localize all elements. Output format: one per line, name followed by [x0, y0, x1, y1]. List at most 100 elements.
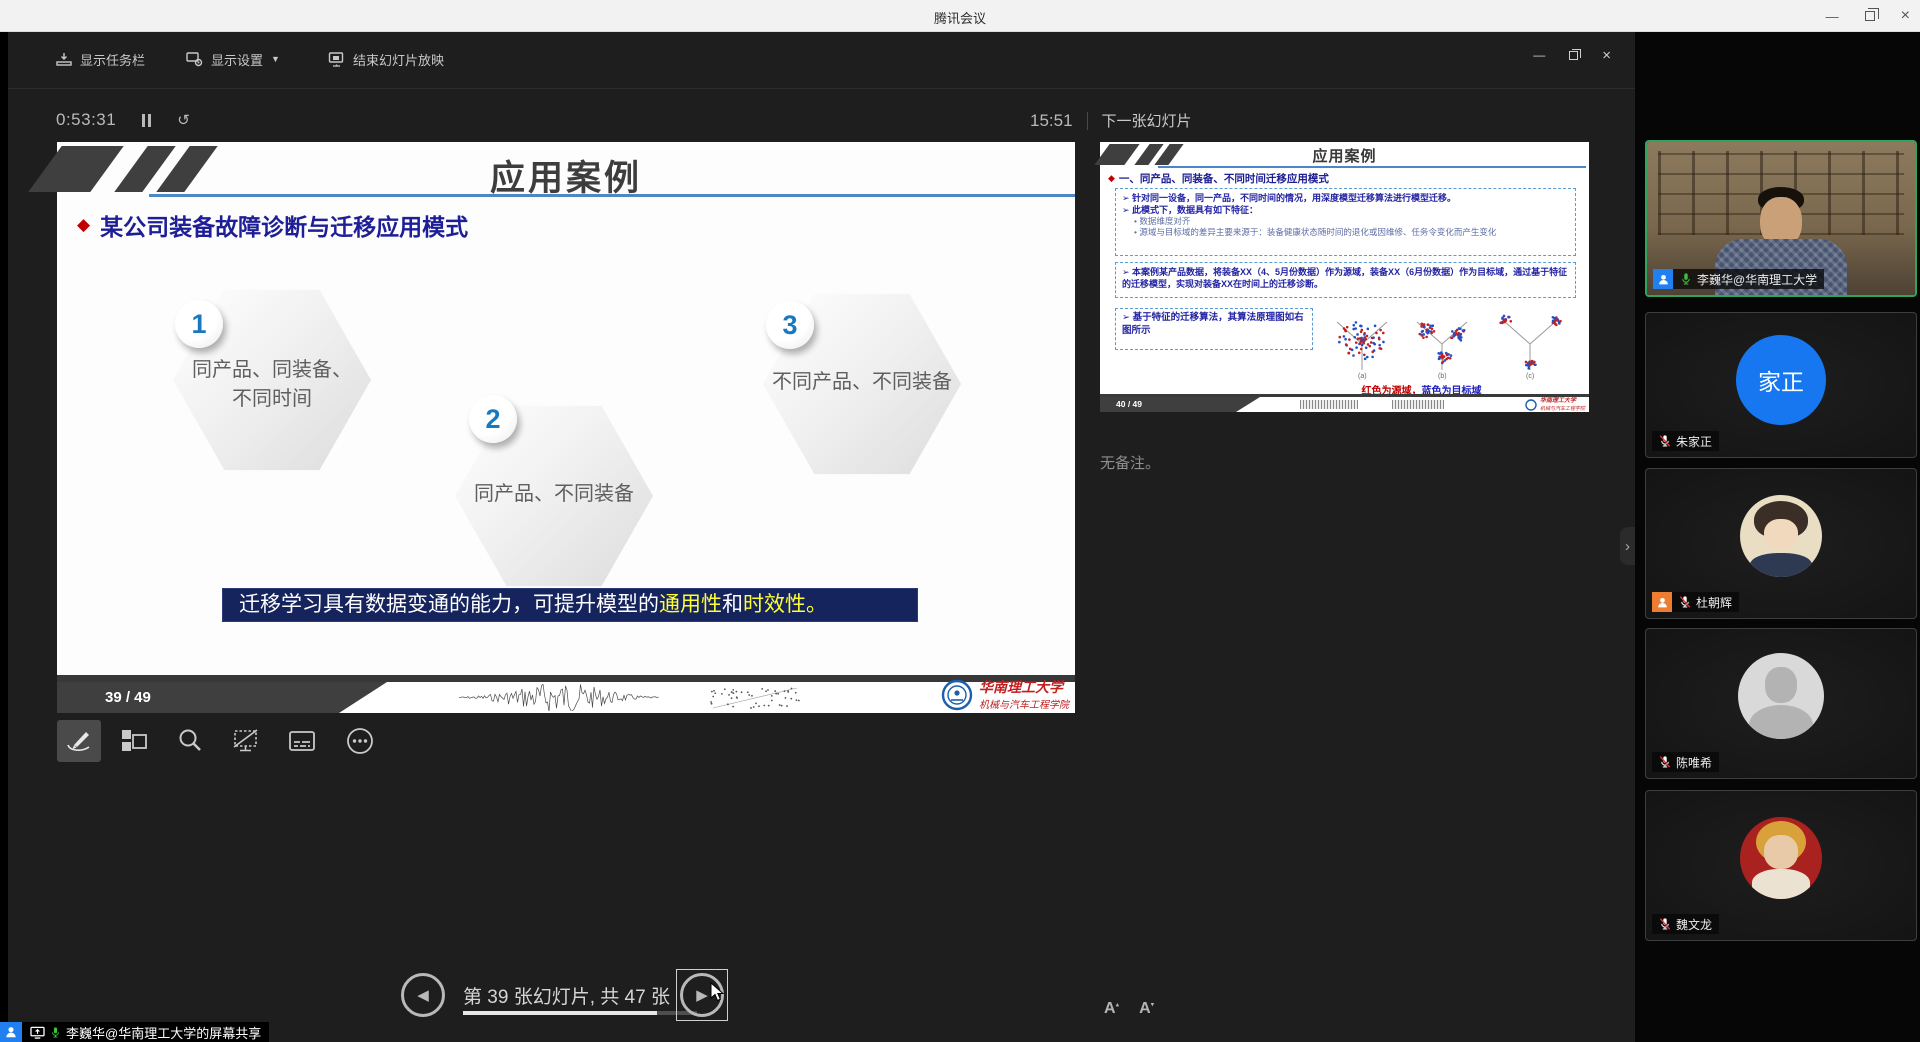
footer-strip: [57, 675, 1075, 682]
waveform-thumbnail: [459, 684, 659, 711]
preview-underline: [1158, 166, 1586, 168]
window-title-bar: 腾讯会议 — ×: [0, 0, 1920, 32]
scatter-figure-a: [1324, 312, 1400, 372]
more-options-button[interactable]: [338, 720, 382, 762]
avatar: [1738, 653, 1824, 739]
window-title: 腾讯会议: [0, 8, 1920, 27]
preview-heading: 一、同产品、同装备、不同时间迁移应用模式: [1119, 171, 1329, 186]
current-slide-canvas[interactable]: 应用案例 ◆ 某公司装备故障诊断与迁移应用模式 同产品、同装备、 不同时间 1 …: [57, 142, 1075, 713]
show-taskbar-label: 显示任务栏: [80, 50, 145, 69]
mic-muted-icon: [1659, 434, 1671, 448]
diamond-bullet-icon: ◆: [77, 215, 90, 235]
notes-font-increase-button[interactable]: A▴: [1104, 1000, 1119, 1018]
display-settings-label: 显示设置: [211, 50, 263, 69]
preview-box1-line2: ➢ 此模式下，数据具有如下特征：: [1122, 204, 1569, 216]
mic-on-icon: [1680, 272, 1692, 286]
school-name: 机械与汽车工程学院: [979, 696, 1069, 711]
participant-name: 杜朝辉: [1696, 594, 1732, 611]
participant-tile[interactable]: 杜朝辉: [1645, 468, 1917, 619]
participant-name: 魏文龙: [1676, 916, 1712, 933]
preview-box-3: ➢ 基于特征的迁移算法，其算法原理图如右图所示: [1115, 308, 1313, 350]
display-settings-button[interactable]: 显示设置 ▼: [186, 46, 280, 72]
divider: [1087, 112, 1088, 130]
more-dots-icon: [346, 727, 374, 755]
screen-share-banner: 李巍华@华南理工大学的屏幕共享: [0, 1022, 269, 1042]
notes-font-decrease-button[interactable]: A▾: [1139, 1000, 1154, 1018]
preview-box1-line4: • 源域与目标域的差异主要来源于：装备健康状态随时间的退化或因维修、任务令变化而…: [1122, 227, 1569, 238]
school-name: 机械与汽车工程学院: [1540, 405, 1585, 412]
participant-tile[interactable]: 陈唯希: [1645, 628, 1917, 779]
hexagon-2-text: 同产品、不同装备: [455, 480, 653, 509]
clock: 15:51: [1030, 111, 1073, 131]
key-message-banner: 迁移学习具有数据变通的能力，可提升模型的通用性和时效性。: [222, 588, 918, 622]
scatter-figure-c: [1492, 312, 1568, 372]
hexagon-3-number: 3: [766, 301, 814, 349]
hide-screen-icon: [232, 728, 260, 754]
end-slideshow-button[interactable]: 结束幻灯片放映: [328, 46, 444, 72]
share-minimize-button[interactable]: —: [1533, 48, 1545, 62]
host-badge-icon: [1653, 269, 1673, 289]
window-minimize-button[interactable]: —: [1826, 9, 1839, 24]
participant-tile[interactable]: 魏文龙: [1645, 790, 1917, 941]
mic-muted-icon: [1659, 917, 1671, 931]
figure-label-c: (c): [1526, 373, 1534, 380]
slide-position-text: 第 39 张幻灯片, 共 47 张: [463, 982, 670, 1009]
participant-name: 李巍华@华南理工大学: [1697, 271, 1817, 288]
reset-timer-button[interactable]: ↺: [177, 111, 190, 129]
preview-footer: 40 / 49 华南理工大学 机械与汽车工程学院: [1100, 397, 1589, 412]
hexagon-1-text: 不同时间: [173, 385, 371, 414]
next-slide-label: 下一张幻灯片: [1102, 110, 1192, 131]
pause-timer-button[interactable]: [142, 114, 151, 127]
avatar: [1740, 495, 1822, 577]
participant-tile[interactable]: 家正 朱家正: [1645, 312, 1917, 458]
window-restore-button[interactable]: [1865, 11, 1875, 21]
university-name: 华南理工大学: [1540, 398, 1585, 405]
show-taskbar-button[interactable]: 显示任务栏: [56, 46, 145, 72]
preview-title: 应用案例: [1100, 145, 1589, 166]
avatar-initials: 家正: [1758, 363, 1804, 397]
black-screen-button[interactable]: [224, 720, 268, 762]
end-slideshow-icon: [328, 51, 345, 67]
previous-slide-button[interactable]: ◀: [401, 973, 445, 1017]
preview-box-2: ➢ 本案例某产品数据，将装备XX（4、5月份数据）作为源域，装备XX（6月份数据…: [1115, 262, 1576, 298]
subtitle-button[interactable]: [280, 720, 324, 762]
scatter-figure-b: [1404, 312, 1480, 372]
elapsed-timer: 0:53:31: [56, 110, 116, 130]
university-logo-icon: [941, 679, 973, 711]
sidebar-collapse-handle[interactable]: ›: [1620, 527, 1635, 565]
share-restore-button[interactable]: [1569, 51, 1578, 60]
slide-progress-fill: [463, 1011, 657, 1015]
subtitle-icon: [288, 728, 316, 754]
preview-box1-line3: • 数据维度对齐: [1122, 216, 1569, 227]
toolbar-divider: [8, 88, 1635, 89]
slide-navigator-button[interactable]: [112, 720, 156, 762]
caret-down-icon: ▼: [271, 54, 280, 64]
display-settings-icon: [186, 51, 203, 67]
magnifier-icon: [177, 728, 203, 754]
waveform-thumbnail-mini: [1300, 400, 1358, 409]
cohost-badge-icon: [1652, 592, 1672, 612]
preview-box2-text: ➢ 本案例某产品数据，将装备XX（4、5月份数据）作为源域，装备XX（6月份数据…: [1122, 266, 1569, 290]
share-banner-text: 李巍华@华南理工大学的屏幕共享: [66, 1023, 261, 1042]
window-close-button[interactable]: ×: [1901, 7, 1910, 25]
zoom-tool-button[interactable]: [168, 720, 212, 762]
figure-label-a: (a): [1358, 373, 1367, 380]
mic-on-icon: [50, 1026, 61, 1039]
participants-sidebar: 李巍华@华南理工大学 家正 朱家正 杜朝辉: [1635, 32, 1920, 1042]
mic-muted-icon: [1659, 755, 1671, 769]
hexagon-3-text: 不同产品、不同装备: [763, 368, 961, 397]
figure-label-b: (b): [1438, 373, 1447, 380]
preview-page-number: 40 / 49: [1116, 397, 1142, 412]
screen-share-icon: [30, 1026, 45, 1039]
participant-tile[interactable]: 李巍华@华南理工大学: [1645, 140, 1917, 297]
share-close-button[interactable]: ×: [1602, 47, 1611, 64]
title-underline: [149, 194, 1075, 197]
screen-share-region: 显示任务栏 显示设置 ▼ 结束幻灯片放映 — × 0:53:31 ↺ 15:51…: [8, 32, 1635, 1042]
slides-grid-icon: [121, 728, 147, 754]
avatar: [1740, 817, 1822, 899]
next-slide-preview[interactable]: 应用案例 ◆ 一、同产品、同装备、不同时间迁移应用模式 ➢ 针对同一设备，同一产…: [1100, 142, 1589, 412]
preview-box1-line1: ➢ 针对同一设备，同一产品，不同时间的情况，用深度模型迁移算法进行模型迁移。: [1122, 192, 1569, 204]
pen-tool-button[interactable]: [57, 720, 101, 762]
university-logo-icon: [1525, 399, 1537, 411]
taskbar-icon: [56, 51, 72, 67]
